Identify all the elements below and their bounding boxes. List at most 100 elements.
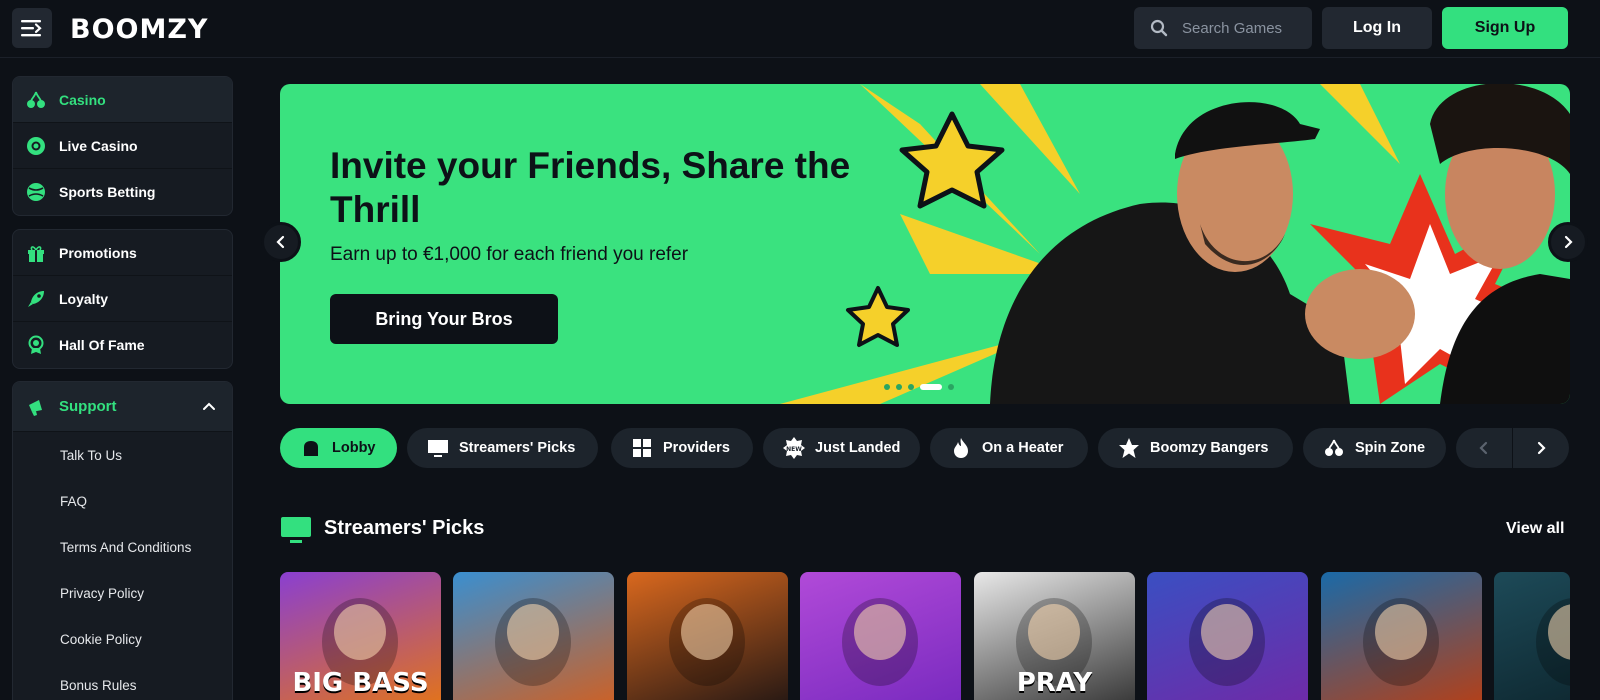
game-tile[interactable]: [1321, 572, 1482, 700]
sidebar-item-label: Casino: [59, 91, 106, 108]
game-title: BIG BASS: [292, 668, 429, 698]
game-tile[interactable]: [627, 572, 788, 700]
sidebar-item-loyalty[interactable]: Loyalty: [13, 276, 232, 322]
sidebar-item-live-casino[interactable]: Live Casino: [13, 123, 232, 169]
game-tile[interactable]: PRAY: [974, 572, 1135, 700]
carousel-dot[interactable]: [948, 384, 954, 390]
game-artwork: [495, 598, 571, 686]
category-prev-button[interactable]: [1456, 428, 1512, 468]
grid-icon: [631, 437, 653, 459]
tab-label: Boomzy Bangers: [1150, 440, 1269, 456]
sidebar-item-label: Live Casino: [59, 137, 138, 154]
login-button[interactable]: Log In: [1322, 7, 1432, 49]
tab-on-a-heater[interactable]: On a Heater: [930, 428, 1088, 468]
top-bar: BOOMZY Log In Sign Up: [0, 0, 1600, 58]
carousel-dot-active[interactable]: [920, 384, 942, 390]
tab-label: Lobby: [332, 440, 376, 456]
support-label: Support: [59, 398, 117, 415]
menu-icon: [21, 20, 42, 37]
star-icon: [1118, 437, 1140, 459]
support-item-privacy[interactable]: Privacy Policy: [13, 570, 232, 616]
tab-boomzy-bangers[interactable]: Boomzy Bangers: [1098, 428, 1293, 468]
cherries-icon: [25, 89, 47, 111]
sidebar: Casino Live Casino Sports Betting Promot…: [0, 58, 248, 700]
chevron-left-icon: [1479, 441, 1488, 455]
game-tile[interactable]: [800, 572, 961, 700]
tab-label: Spin Zone: [1355, 440, 1426, 456]
tab-label: Just Landed: [815, 440, 901, 456]
support-item-talk-to-us[interactable]: Talk To Us: [13, 432, 232, 478]
sidebar-item-casino[interactable]: Casino: [13, 77, 232, 123]
svg-text:NEW: NEW: [786, 446, 802, 453]
search-box[interactable]: [1134, 7, 1312, 49]
tab-label: Providers: [663, 440, 730, 456]
gift-icon: [25, 242, 47, 264]
banner-subtitle: Earn up to €1,000 for each friend you re…: [330, 244, 689, 265]
chevron-up-icon: [203, 402, 215, 410]
section-title: Streamers' Picks: [324, 517, 485, 539]
tab-streamers-picks[interactable]: Streamers' Picks: [407, 428, 598, 468]
search-icon: [1150, 19, 1168, 37]
game-title: PRAY: [1016, 668, 1093, 698]
banner-next-button[interactable]: [1548, 222, 1588, 262]
chevron-right-icon: [1564, 235, 1573, 249]
sidebar-item-label: Loyalty: [59, 290, 109, 307]
tab-label: On a Heater: [982, 440, 1064, 456]
game-artwork: [842, 598, 918, 686]
carousel-dot[interactable]: [908, 384, 914, 390]
tab-just-landed[interactable]: NEW Just Landed: [763, 428, 920, 468]
chevron-left-icon: [276, 235, 285, 249]
banner-title: Invite your Friends, Share the Thrill: [330, 145, 851, 230]
search-input[interactable]: [1182, 19, 1302, 37]
sidebar-item-sports-betting[interactable]: Sports Betting: [13, 169, 232, 215]
sidebar-item-hall-of-fame[interactable]: Hall Of Fame: [13, 322, 232, 368]
bring-your-bros-button[interactable]: Bring Your Bros: [330, 294, 558, 344]
rocket-icon: [25, 288, 47, 310]
tab-label: Streamers' Picks: [459, 440, 576, 456]
sidebar-item-label: Sports Betting: [59, 184, 156, 200]
carousel-dot[interactable]: [884, 384, 890, 390]
category-next-button[interactable]: [1512, 428, 1568, 468]
boomzy-logo[interactable]: BOOMZY: [70, 12, 208, 46]
sidebar-main-group: Casino Live Casino Sports Betting: [12, 76, 233, 216]
game-tile[interactable]: [453, 572, 614, 700]
chevron-right-icon: [1537, 441, 1546, 455]
tab-lobby[interactable]: Lobby: [280, 428, 397, 468]
category-pager: [1456, 428, 1569, 468]
sidebar-item-label: Hall Of Fame: [59, 337, 145, 353]
carousel-dot[interactable]: [896, 384, 902, 390]
promo-banner[interactable]: Invite your Friends, Share the Thrill Ea…: [280, 84, 1570, 404]
sidebar-item-label: Promotions: [59, 244, 137, 261]
menu-toggle-button[interactable]: [12, 8, 52, 48]
medal-icon: [25, 334, 47, 356]
view-all-link[interactable]: View all: [1506, 520, 1564, 538]
ball-icon: [25, 181, 47, 203]
cherries-icon: [1323, 437, 1345, 459]
chip-icon: [25, 135, 47, 157]
game-artwork: [1189, 598, 1265, 686]
support-item-terms[interactable]: Terms And Conditions: [13, 524, 232, 570]
game-tile[interactable]: [1147, 572, 1308, 700]
fire-icon: [950, 437, 972, 459]
megaphone-icon: [25, 396, 47, 418]
signup-button[interactable]: Sign Up: [1442, 7, 1568, 49]
logo-text: BOOMZY: [70, 13, 209, 45]
tab-providers[interactable]: Providers: [611, 428, 753, 468]
game-tile[interactable]: [1494, 572, 1570, 700]
tab-spin-zone[interactable]: Spin Zone: [1303, 428, 1446, 468]
game-artwork: [669, 598, 745, 686]
game-tile[interactable]: BIG BASS: [280, 572, 441, 700]
new-badge-icon: NEW: [783, 437, 805, 459]
sidebar-promo-group: Promotions Loyalty Hall Of Fame: [12, 229, 233, 369]
support-item-faq[interactable]: FAQ: [13, 478, 232, 524]
sidebar-support-group: Support Talk To Us FAQ Terms And Conditi…: [12, 381, 233, 700]
home-icon: [300, 437, 322, 459]
game-artwork: [1536, 598, 1570, 686]
support-toggle[interactable]: Support: [13, 382, 232, 432]
sidebar-item-promotions[interactable]: Promotions: [13, 230, 232, 276]
support-item-bonus-rules[interactable]: Bonus Rules: [13, 662, 232, 700]
support-item-cookie[interactable]: Cookie Policy: [13, 616, 232, 662]
carousel-dots: [884, 384, 954, 390]
game-artwork: [1363, 598, 1439, 686]
banner-prev-button[interactable]: [261, 222, 301, 262]
